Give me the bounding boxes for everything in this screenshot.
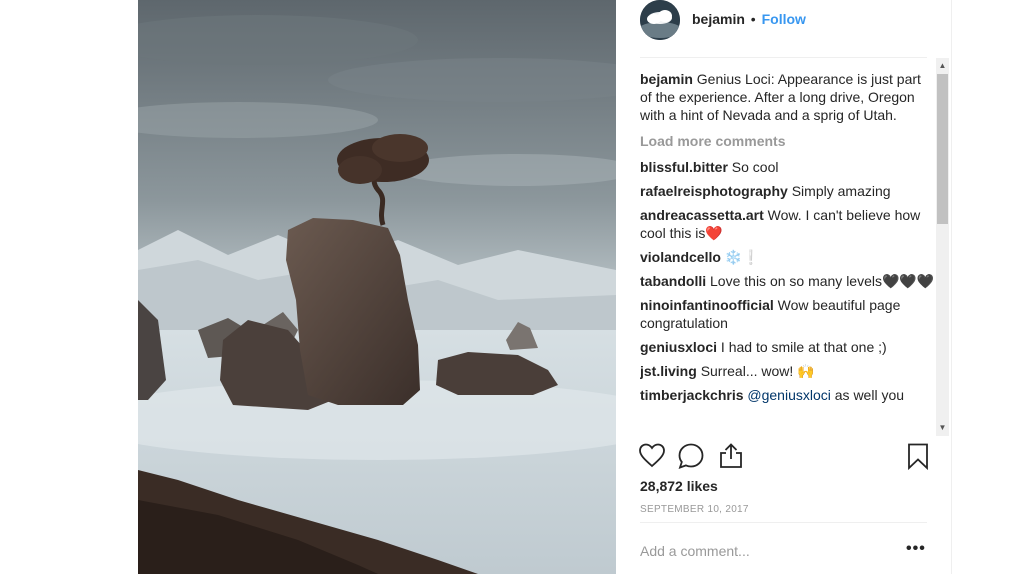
comment-username[interactable]: jst.living xyxy=(640,363,697,379)
comment-text: I had to smile at that one ;) xyxy=(720,339,887,355)
header-divider xyxy=(640,57,927,58)
comment-text: Surreal... wow! 🙌 xyxy=(700,363,815,379)
avatar[interactable] xyxy=(640,0,680,40)
comment-username[interactable]: rafaelreisphotography xyxy=(640,183,788,199)
footer-divider xyxy=(640,522,927,523)
more-options-button[interactable]: ••• xyxy=(906,540,926,558)
comment-text: Simply amazing xyxy=(791,183,891,199)
comment-username[interactable]: blissful.bitter xyxy=(640,159,728,175)
comment-text: as well you xyxy=(834,387,905,403)
comment-item: violandcello ❄️❕ xyxy=(640,248,936,266)
header-username-row: bejamin • Follow xyxy=(692,11,806,27)
post-photo[interactable] xyxy=(138,0,616,574)
header-separator: • xyxy=(750,11,756,27)
scrollbar-thumb[interactable] xyxy=(937,74,948,224)
comment-button[interactable] xyxy=(677,442,707,472)
likes-count[interactable]: 28,872 likes xyxy=(640,478,718,494)
comment-username[interactable]: ninoinfantinoofficial xyxy=(640,297,774,313)
comments-scrollbar[interactable]: ▲ ▼ xyxy=(936,58,949,436)
caption-username[interactable]: bejamin xyxy=(640,71,693,87)
comment-username[interactable]: andreacassetta.art xyxy=(640,207,764,223)
comment-item: blissful.bitter So cool xyxy=(640,158,936,176)
post-date: SEPTEMBER 10, 2017 xyxy=(640,504,749,515)
comment-item: geniusxloci I had to smile at that one ;… xyxy=(640,338,936,356)
post-header: bejamin • Follow xyxy=(616,0,951,58)
bookmark-icon xyxy=(908,443,928,471)
save-button[interactable] xyxy=(904,442,934,472)
comment-bubble-icon xyxy=(678,443,704,469)
scroll-up-arrow-icon[interactable]: ▲ xyxy=(936,58,949,72)
post-actions xyxy=(616,440,951,480)
comment-text: So cool xyxy=(731,159,779,175)
heart-icon xyxy=(639,443,665,468)
photo-scene xyxy=(138,0,616,574)
share-button[interactable] xyxy=(717,442,747,472)
post-caption: bejamin Genius Loci: Appearance is just … xyxy=(640,70,936,124)
comment-text: ❄️❕ xyxy=(724,249,760,265)
comment-username[interactable]: geniusxloci xyxy=(640,339,717,355)
share-icon xyxy=(720,443,742,468)
post-panel: bejamin • Follow bejamin Genius Loci: Ap… xyxy=(616,0,952,574)
like-button[interactable] xyxy=(638,442,668,472)
comment-item: timberjackchris @geniusxloci as well you xyxy=(640,386,936,404)
load-more-comments-button[interactable]: Load more comments xyxy=(640,132,936,150)
comment-text: Love this on so many levels🖤🖤🖤 xyxy=(710,273,935,289)
comments-list: bejamin Genius Loci: Appearance is just … xyxy=(640,68,936,436)
comment-item: andreacassetta.art Wow. I can't believe … xyxy=(640,206,936,242)
comment-username[interactable]: timberjackchris xyxy=(640,387,744,403)
comment-item: ninoinfantinoofficial Wow beautiful page… xyxy=(640,296,936,332)
comment-item: rafaelreisphotography Simply amazing xyxy=(640,182,936,200)
comment-item: jst.living Surreal... wow! 🙌 xyxy=(640,362,936,380)
scroll-down-arrow-icon[interactable]: ▼ xyxy=(936,422,949,436)
comment-item: tabandolli Love this on so many levels🖤🖤… xyxy=(640,272,936,290)
comment-mention[interactable]: @geniusxloci xyxy=(747,387,830,403)
comment-username[interactable]: tabandolli xyxy=(640,273,706,289)
add-comment-input[interactable] xyxy=(640,540,880,562)
comment-username[interactable]: violandcello xyxy=(640,249,721,265)
follow-button[interactable]: Follow xyxy=(762,11,806,27)
header-username[interactable]: bejamin xyxy=(692,11,745,27)
cloud-avatar-icon xyxy=(640,0,680,40)
